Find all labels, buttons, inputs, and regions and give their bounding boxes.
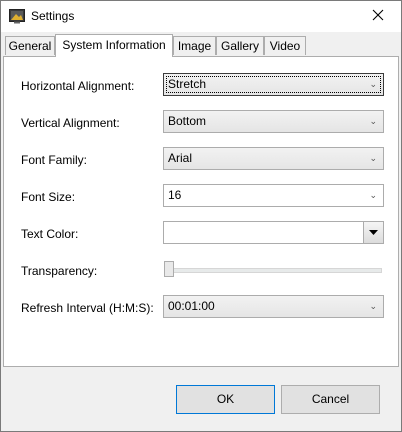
vertical-alignment-dropdown[interactable]: Bottom ⌄ bbox=[163, 110, 384, 133]
horizontal-alignment-dropdown[interactable]: Stretch ⌄ bbox=[163, 73, 384, 96]
chevron-down-icon: ⌄ bbox=[369, 116, 377, 126]
tab-video[interactable]: Video bbox=[264, 36, 306, 55]
transparency-slider-track[interactable] bbox=[165, 268, 382, 273]
triangle-down-icon bbox=[369, 229, 378, 235]
tab-gallery[interactable]: Gallery bbox=[216, 36, 264, 55]
horizontal-alignment-label: Horizontal Alignment: bbox=[21, 79, 135, 93]
tab-image[interactable]: Image bbox=[173, 36, 216, 55]
focus-rectangle bbox=[166, 76, 381, 93]
vertical-alignment-value: Bottom bbox=[168, 114, 207, 128]
text-color-label: Text Color: bbox=[21, 227, 79, 241]
font-size-label: Font Size: bbox=[21, 190, 76, 204]
refresh-interval-label: Refresh Interval (H:M:S): bbox=[21, 301, 154, 315]
font-family-dropdown[interactable]: Arial ⌄ bbox=[163, 147, 384, 170]
settings-panel: Horizontal Alignment: Stretch ⌄ Vertical… bbox=[3, 56, 399, 367]
vertical-alignment-label: Vertical Alignment: bbox=[21, 116, 120, 130]
app-icon bbox=[9, 8, 25, 24]
refresh-interval-value: 00:01:00 bbox=[168, 299, 215, 313]
settings-dialog: Settings General System Information Imag… bbox=[0, 0, 402, 432]
close-button[interactable] bbox=[355, 1, 401, 32]
window-title: Settings bbox=[31, 9, 75, 23]
font-size-combobox[interactable]: 16 ⌄ bbox=[163, 184, 384, 207]
refresh-interval-dropdown[interactable]: 00:01:00 ⌄ bbox=[163, 295, 384, 318]
ok-button[interactable]: OK bbox=[176, 385, 275, 414]
chevron-down-icon: ⌄ bbox=[369, 190, 377, 200]
transparency-label: Transparency: bbox=[21, 264, 98, 278]
close-icon bbox=[372, 9, 384, 24]
title-bar: Settings bbox=[1, 1, 401, 32]
cancel-button[interactable]: Cancel bbox=[281, 385, 380, 414]
text-color-picker[interactable] bbox=[163, 221, 384, 244]
chevron-down-icon: ⌄ bbox=[369, 79, 377, 89]
font-size-value: 16 bbox=[168, 188, 182, 202]
tab-system-information[interactable]: System Information bbox=[55, 34, 173, 57]
font-family-value: Arial bbox=[168, 151, 193, 165]
transparency-slider-thumb[interactable] bbox=[164, 261, 174, 277]
tab-general[interactable]: General bbox=[5, 36, 55, 55]
font-family-label: Font Family: bbox=[21, 153, 88, 167]
text-color-dropdown-button[interactable] bbox=[363, 222, 383, 243]
chevron-down-icon: ⌄ bbox=[369, 301, 377, 311]
chevron-down-icon: ⌄ bbox=[369, 153, 377, 163]
